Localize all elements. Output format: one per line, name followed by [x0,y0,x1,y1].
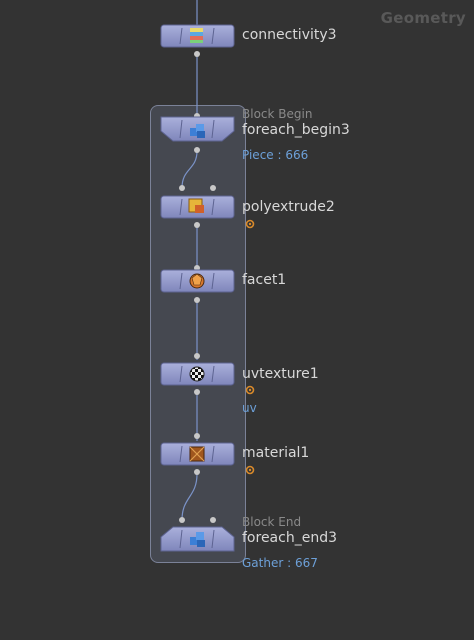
output-connector[interactable] [194,297,200,303]
node-name-uvtexture1[interactable]: uvtexture1 [242,366,319,382]
network-view[interactable] [0,0,474,640]
output-connector[interactable] [194,51,200,57]
output-connector[interactable] [194,147,200,153]
output-connector[interactable] [194,389,200,395]
input-connector-2[interactable] [210,517,216,523]
wire-material-to-foreach-end [181,473,198,521]
node-connectivity3[interactable] [160,24,235,57]
input-connector[interactable] [194,353,200,359]
node-info-piece: Piece : 666 [242,148,309,162]
flag-icons [245,219,255,475]
node-name-polyextrude2[interactable]: polyextrude2 [242,199,335,215]
wires [181,0,214,521]
facet-sphere-icon [189,273,205,289]
output-connector[interactable] [194,469,200,475]
checker-icon [189,366,205,382]
block-begin-label: Block Begin [242,107,313,121]
input-connector-1[interactable] [179,517,185,523]
material-crate-icon [189,446,205,462]
node-name-foreach-begin3[interactable]: foreach_begin3 [242,122,350,138]
input-connector-2[interactable] [210,185,216,191]
node-foreach-end3[interactable] [160,517,235,552]
node-name-foreach-end3[interactable]: foreach_end3 [242,530,337,546]
node-name-material1[interactable]: material1 [242,445,309,461]
node-name-facet1[interactable]: facet1 [242,272,286,288]
node-name-connectivity3[interactable]: connectivity3 [242,27,337,43]
node-info-gather: Gather : 667 [242,556,318,570]
node-foreach-begin3[interactable] [160,113,235,153]
wire-foreach-begin-to-polyextrude [181,150,198,189]
node-facet1[interactable] [160,265,235,303]
output-connector[interactable] [194,222,200,228]
node-polyextrude2[interactable] [160,185,235,228]
input-connector-1[interactable] [179,185,185,191]
input-connector[interactable] [194,433,200,439]
block-end-label: Block End [242,515,302,529]
node-info-uv: uv [242,401,257,415]
extrude-icon [188,198,204,213]
connectivity-icon [190,28,203,43]
